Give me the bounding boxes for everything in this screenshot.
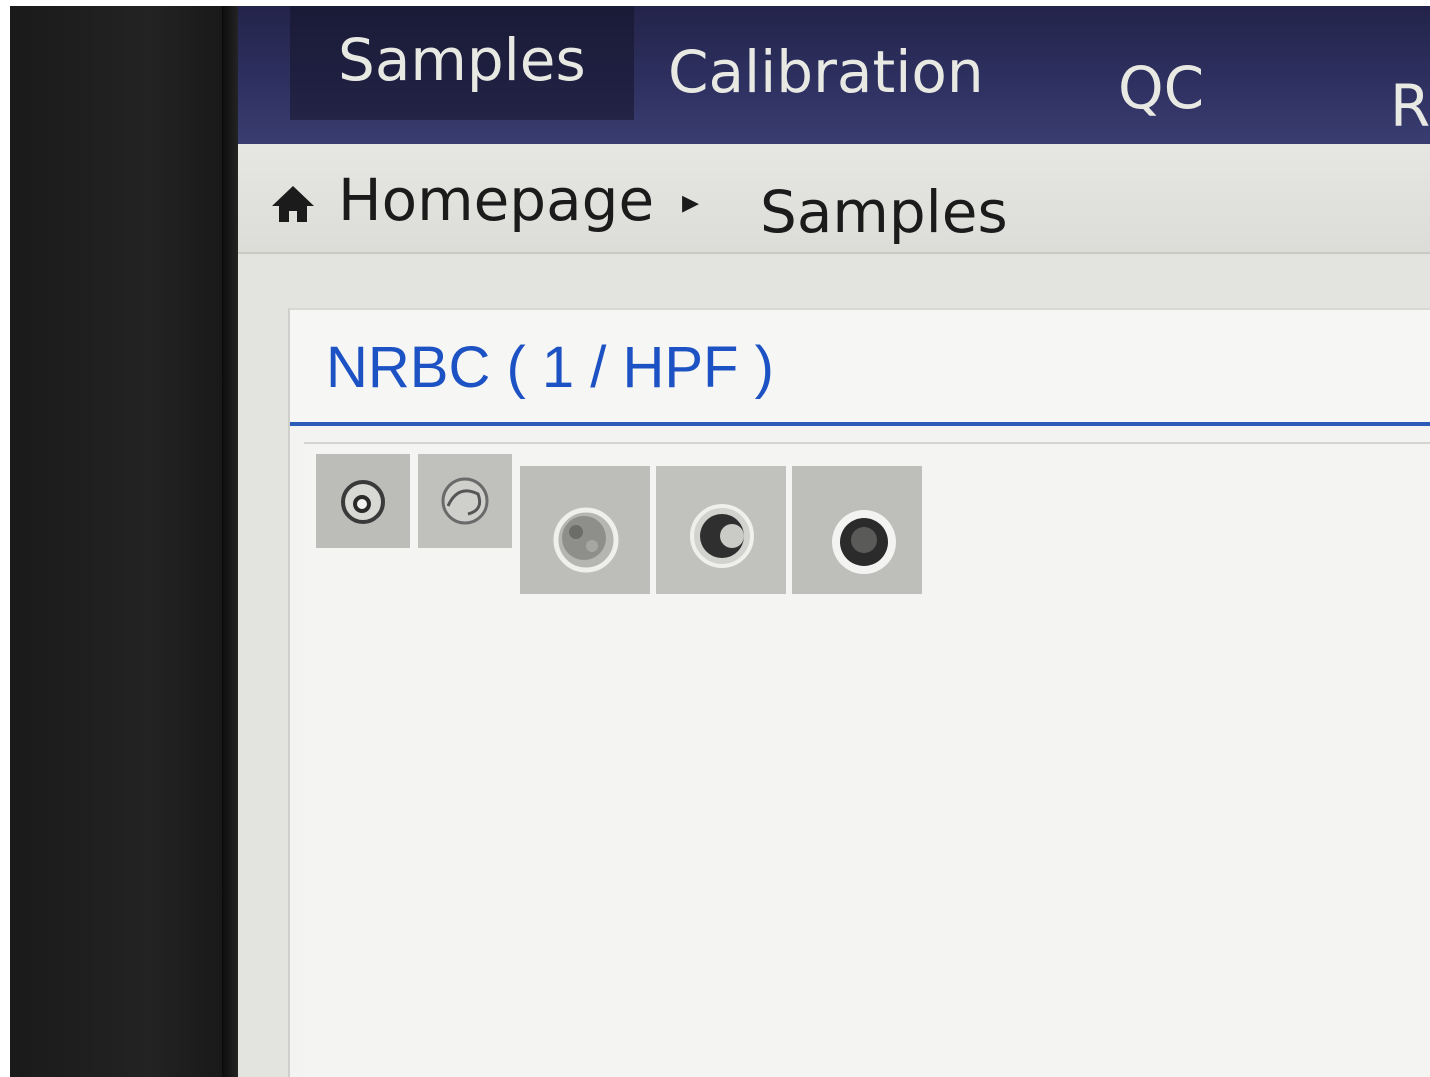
cell-image-2[interactable]	[418, 454, 512, 548]
home-icon[interactable]	[270, 184, 316, 224]
cell-image-5[interactable]	[792, 466, 922, 594]
tab-samples[interactable]: Samples	[290, 6, 634, 120]
tab-qc[interactable]: QC	[1118, 54, 1204, 122]
nrbc-panel: NRBC ( 1 / HPF )	[288, 308, 1430, 1077]
photo: Samples Calibration QC R Homepage ▸ Samp…	[0, 0, 1430, 1077]
breadcrumb-current: Samples	[760, 178, 1008, 246]
top-navigation-bar: Samples Calibration QC R	[238, 6, 1430, 144]
breadcrumb-separator-icon: ▸	[682, 182, 700, 222]
cell-image-1[interactable]	[316, 454, 410, 548]
cell-image-4[interactable]	[656, 466, 786, 594]
monitor-bezel	[10, 6, 242, 1077]
screen: Samples Calibration QC R Homepage ▸ Samp…	[238, 6, 1430, 1077]
breadcrumb-home-link[interactable]: Homepage	[338, 166, 654, 234]
cell-image-gallery	[304, 442, 1430, 1077]
cell-image-3[interactable]	[520, 466, 650, 594]
tab-partial[interactable]: R	[1390, 72, 1430, 140]
tab-calibration[interactable]: Calibration	[668, 38, 984, 106]
panel-title: NRBC ( 1 / HPF )	[326, 335, 774, 400]
panel-header: NRBC ( 1 / HPF )	[290, 310, 1430, 426]
breadcrumb: Homepage ▸ Samples	[238, 144, 1430, 254]
